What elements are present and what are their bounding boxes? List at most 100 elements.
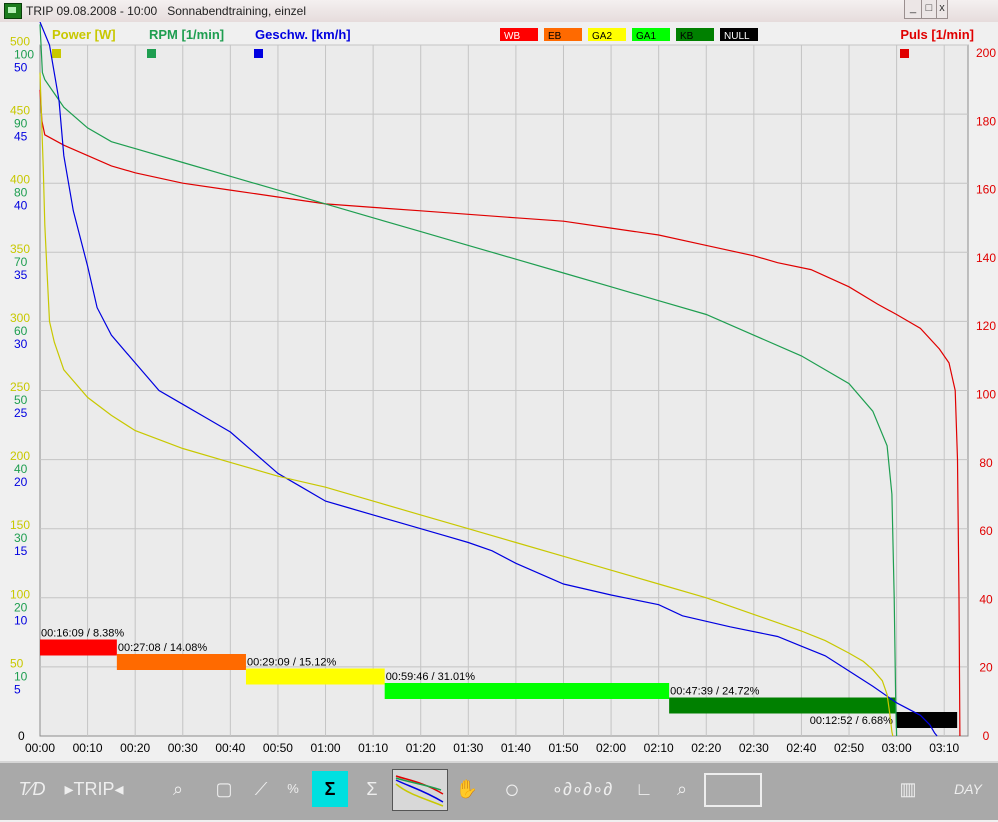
power-tick-label: 400 [10,173,30,187]
zone-bar-eb [116,654,246,670]
zone-bar-label: 00:27:08 / 14.08% [118,642,208,654]
app-icon [4,3,22,19]
rpm-tick-label: 100 [14,48,34,62]
power-tick-label: 100 [10,587,30,601]
speed-tools-icon[interactable]: ∘∂∘∂∘∂ [534,771,630,807]
power-tick-label: 300 [10,311,30,325]
columns-icon[interactable]: ▥ [888,771,928,807]
speed-tick-label: 15 [14,544,28,558]
pulse-tick-label: 0 [983,729,990,743]
time-3d-icon[interactable]: % [276,771,310,807]
zone-legend-label: WB [504,31,520,42]
trip-label: TRIP [73,779,115,799]
power-tick-label: 200 [10,449,30,463]
pulse-tick-label: 100 [976,388,996,402]
maximize-button[interactable]: □ [921,0,937,19]
x-tick-label: 00:00 [25,741,55,755]
zone-bar-kb [669,697,896,714]
x-tick-label: 02:30 [739,741,769,755]
rpm-tick-label: 90 [14,117,28,131]
rpm-tick-label: 60 [14,324,28,338]
x-tick-label: 00:40 [215,741,245,755]
rpm-axis-title: RPM [1/min] [149,27,224,42]
bracket-icon[interactable]: ∟ [634,771,654,807]
cut-icon[interactable]: ⟋ [248,771,274,807]
zone-bar-wb [40,639,117,656]
thumbnail-lines [395,775,444,807]
pulse-tick-label: 60 [979,524,993,538]
pulse-tick-label: 20 [979,661,993,675]
zone-legend-label: GA2 [592,31,612,42]
zone-bar-label: 00:29:09 / 15.12% [247,657,337,669]
speed-tick-label: 10 [14,613,28,627]
x-tick-label: 03:00 [882,741,912,755]
pulse-tick-label: 180 [976,114,996,128]
speed-tick-label: 40 [14,199,28,213]
zoom-region-icon[interactable]: ⌕ [664,771,700,807]
rpm-tick-label: 20 [14,600,28,614]
bottom-toolbar: T⁄D ▸TRIP◂ ⌕ ▢ ⟋ % Σ Σ ✋ ○ ∘∂∘∂∘∂ ∟ ⌕ ▥ … [0,761,998,820]
sum-trip-icon[interactable]: Σ [312,771,348,807]
x-tick-label: 01:30 [453,741,483,755]
zone-bar-label: 00:47:39 / 24.72% [670,686,760,698]
blank-button[interactable] [704,773,762,807]
zero-tick-label: 0 [18,729,25,743]
rpm-color-marker [147,49,156,58]
speed-tick-label: 20 [14,475,28,489]
zone-legend-label: GA1 [636,31,656,42]
power-color-marker [52,49,61,58]
zone-legend-label: EB [548,31,562,42]
chart-thumbnail-icon[interactable] [392,769,448,811]
x-tick-label: 00:30 [168,741,198,755]
speed-tick-label: 50 [14,61,28,75]
zoom-out-icon[interactable]: ▢ [206,771,242,807]
sum-ip-icon[interactable]: Σ [354,771,390,807]
rpm-tick-label: 80 [14,186,28,200]
trip-button[interactable]: ▸TRIP◂ [56,771,132,807]
power-tick-label: 450 [10,104,30,118]
x-tick-label: 02:10 [644,741,674,755]
minimize-button[interactable]: _ [904,0,922,19]
circle-icon[interactable]: ○ [494,771,530,807]
zone-bar-ga2 [245,668,385,685]
speed-tick-label: 5 [14,682,21,696]
zone-bar-label: 00:12:52 / 6.68% [810,715,893,727]
pulse-color-marker [900,49,909,58]
day-icon[interactable]: DAY [946,771,990,807]
speed-tick-label: 30 [14,337,28,351]
power-axis-title: Power [W] [52,27,116,42]
pulse-tick-label: 140 [976,251,996,265]
zoom-in-icon[interactable]: ⌕ [160,771,196,807]
rpm-tick-label: 40 [14,462,28,476]
power-tick-label: 500 [10,35,30,49]
speed-axis-title: Geschw. [km/h] [255,27,351,42]
x-tick-label: 01:40 [501,741,531,755]
pulse-tick-label: 40 [979,592,993,606]
pulse-tick-label: 80 [979,456,993,470]
zone-bar-label: 00:59:46 / 31.01% [386,671,476,683]
close-button[interactable]: x [936,0,948,19]
pulse-tick-label: 120 [976,319,996,333]
zone-bar-ga1 [384,683,670,699]
speed-tick-label: 25 [14,406,28,420]
power-tick-label: 50 [10,656,24,670]
hand-icon[interactable]: ✋ [452,771,482,807]
rpm-tick-label: 70 [14,255,28,269]
pulse-tick-label: 200 [976,46,996,60]
x-tick-label: 00:50 [263,741,293,755]
rpm-tick-label: 10 [14,669,28,683]
speed-tick-label: 45 [14,130,28,144]
x-tick-label: 01:20 [406,741,436,755]
pulse-tick-label: 160 [976,183,996,197]
x-tick-label: 02:40 [786,741,816,755]
zone-bar-null [895,712,958,728]
td-icon[interactable]: T⁄D [12,771,52,807]
power-tick-label: 250 [10,380,30,394]
x-tick-label: 03:10 [929,741,959,755]
zone-legend-label: KB [680,31,694,42]
zone-legend-label: NULL [724,31,750,42]
window-title: TRIP 09.08.2008 - 10:00 Sonnabendtrainin… [26,4,306,18]
x-tick-label: 02:50 [834,741,864,755]
rpm-tick-label: 50 [14,393,28,407]
pulse-axis-title: Puls [1/min] [900,27,974,42]
